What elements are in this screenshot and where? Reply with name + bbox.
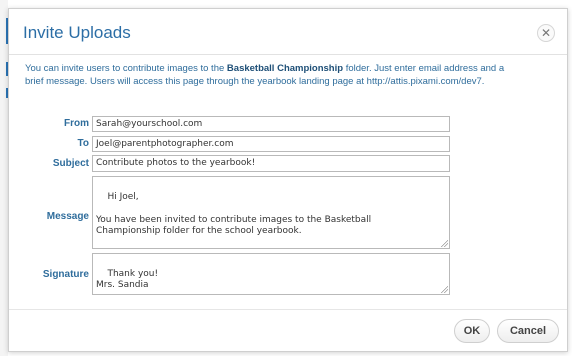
to-field[interactable]: Joel@parentphotographer.com	[92, 136, 450, 152]
cancel-button[interactable]: Cancel	[497, 319, 559, 343]
message-text: Hi Joel, You have been invited to contri…	[96, 191, 372, 237]
folder-name: Basketball Championship	[226, 63, 344, 74]
close-icon: ✕	[540, 26, 552, 40]
invite-uploads-dialog: Invite Uploads ✕ You can invite users to…	[8, 8, 568, 352]
subject-field[interactable]: Contribute photos to the yearbook!	[92, 155, 450, 172]
to-label: To	[77, 138, 89, 149]
close-button[interactable]: ✕	[537, 24, 555, 42]
message-label: Message	[46, 211, 89, 222]
dialog-titlebar: Invite Uploads ✕	[9, 9, 567, 55]
intro-text: You can invite users to contribute image…	[25, 63, 505, 88]
signature-label: Signature	[42, 269, 89, 280]
dialog-footer: OK Cancel	[9, 309, 567, 351]
ok-button[interactable]: OK	[454, 319, 490, 343]
resize-grip-icon[interactable]	[441, 286, 448, 293]
message-textarea[interactable]: Hi Joel, You have been invited to contri…	[92, 176, 450, 249]
dialog-title: Invite Uploads	[23, 23, 131, 42]
resize-grip-icon[interactable]	[441, 240, 448, 247]
signature-textarea[interactable]: Thank you! Mrs. Sandia	[92, 253, 450, 295]
background-page-edge	[0, 0, 8, 356]
from-label: From	[64, 118, 89, 129]
from-field[interactable]: Sarah@yourschool.com	[92, 116, 450, 132]
subject-label: Subject	[52, 158, 89, 169]
signature-text: Thank you! Mrs. Sandia	[96, 268, 159, 291]
intro-text-start: You can invite users to contribute image…	[25, 63, 227, 74]
